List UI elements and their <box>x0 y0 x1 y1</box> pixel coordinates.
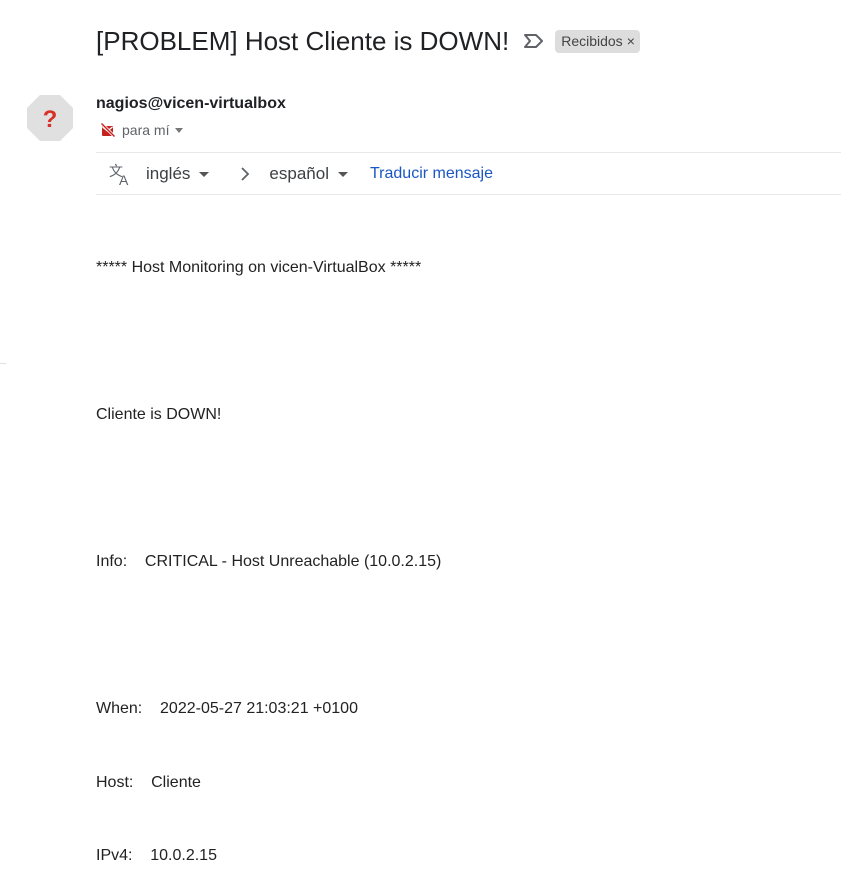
body-line-blank <box>96 330 441 355</box>
chevron-down-icon <box>199 171 210 177</box>
body-line: IPv4: 10.0.2.15 <box>96 847 217 864</box>
body-line: ***** Host Monitoring on vicen-VirtualBo… <box>96 259 422 276</box>
divider <box>96 194 841 195</box>
unencrypted-icon[interactable] <box>100 122 116 138</box>
body-line: Host: Cliente <box>96 773 201 791</box>
translate-message-link[interactable]: Traducir mensaje <box>370 165 493 183</box>
message-body: ***** Host Monitoring on vicen-VirtualBo… <box>96 207 441 893</box>
source-language-select[interactable]: inglés <box>146 164 210 184</box>
recipient-row[interactable]: para mí <box>100 120 184 140</box>
sender-name[interactable]: nagios@vicen-virtualbox <box>96 95 286 113</box>
subject-row: [PROBLEM] Host Cliente is DOWN! Recibido… <box>96 24 640 58</box>
target-language-select[interactable]: español <box>269 164 348 184</box>
source-language-label: inglés <box>146 164 191 183</box>
recipient-label: para mí <box>122 122 170 138</box>
avatar-glyph: ? <box>43 106 58 133</box>
body-line-blank <box>96 624 441 649</box>
label-chip-text: Recibidos <box>561 32 623 49</box>
body-line: Cliente is DOWN! <box>96 406 222 423</box>
remove-label-icon[interactable]: × <box>627 33 635 49</box>
divider <box>96 152 841 153</box>
target-language-label: español <box>269 164 329 183</box>
edge-marker <box>0 363 6 364</box>
label-chip-recibidos[interactable]: Recibidos × <box>555 29 640 53</box>
recipient-details-caret-icon[interactable] <box>175 127 184 133</box>
label-important-outline-icon[interactable] <box>523 32 545 50</box>
translate-bar: 文 A inglés español Traducir mensaje <box>96 158 493 190</box>
svg-text:A: A <box>119 172 129 187</box>
chevron-right-icon <box>239 166 251 182</box>
email-subject: [PROBLEM] Host Cliente is DOWN! <box>96 25 510 56</box>
chevron-down-icon <box>337 171 348 177</box>
body-line: When: 2022-05-27 21:03:21 +0100 <box>96 700 358 717</box>
translate-icon: 文 A <box>108 161 134 188</box>
body-line: Info: CRITICAL - Host Unreachable (10.0.… <box>96 553 442 570</box>
avatar: ? <box>26 94 74 142</box>
